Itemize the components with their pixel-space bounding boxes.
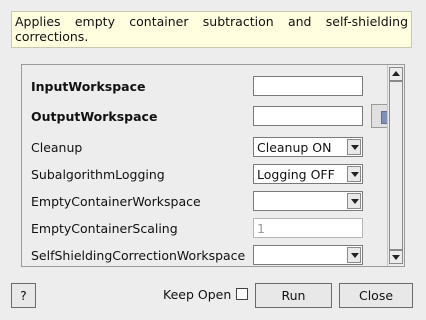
output-workspace-label: OutputWorkspace — [31, 109, 158, 124]
cleanup-label: Cleanup — [31, 140, 83, 155]
empty-container-workspace-combo[interactable] — [253, 191, 363, 211]
property-row-subalgorithm-logging: SubalgorithmLogging Logging OFF — [22, 164, 388, 186]
output-workspace-field[interactable] — [253, 106, 363, 126]
vertical-scrollbar[interactable] — [387, 65, 404, 266]
empty-container-scaling-field: 1 — [253, 218, 363, 238]
algorithm-description: Applies empty container subtraction and … — [11, 11, 412, 48]
chevron-down-icon[interactable] — [347, 193, 361, 209]
property-row-cleanup: Cleanup Cleanup ON — [22, 137, 388, 159]
scroll-track[interactable] — [389, 81, 403, 250]
property-row-empty-container-workspace: EmptyContainerWorkspace — [22, 191, 388, 213]
property-row-input-workspace: InputWorkspace — [22, 76, 388, 98]
keep-open-checkbox[interactable] — [236, 288, 248, 300]
input-workspace-label: InputWorkspace — [31, 79, 146, 94]
run-button[interactable]: Run — [255, 283, 332, 308]
subalgorithm-logging-label: SubalgorithmLogging — [31, 167, 165, 182]
close-button[interactable]: Close — [339, 283, 413, 308]
scroll-up-icon[interactable] — [389, 67, 403, 81]
keep-open-label: Keep Open — [163, 287, 232, 302]
input-workspace-field[interactable] — [253, 76, 363, 96]
property-row-output-workspace: OutputWorkspace — [22, 104, 391, 128]
subalgorithm-logging-combo[interactable]: Logging OFF — [253, 164, 363, 184]
property-row-self-shielding-correction-workspace: SelfShieldingCorrectionWorkspace — [22, 245, 388, 266]
empty-container-workspace-label: EmptyContainerWorkspace — [31, 194, 201, 209]
cleanup-combo[interactable]: Cleanup ON — [253, 137, 363, 157]
chevron-down-icon[interactable] — [347, 247, 361, 263]
self-shielding-correction-workspace-label: SelfShieldingCorrectionWorkspace — [31, 248, 246, 263]
chevron-down-icon[interactable] — [347, 166, 361, 182]
self-shielding-correction-workspace-combo[interactable] — [253, 245, 363, 265]
help-button[interactable]: ? — [11, 283, 36, 308]
chevron-down-icon[interactable] — [347, 139, 361, 155]
scroll-down-icon[interactable] — [389, 250, 403, 264]
empty-container-scaling-label: EmptyContainerScaling — [31, 221, 178, 236]
property-row-empty-container-scaling: EmptyContainerScaling 1 — [22, 218, 388, 240]
property-panel: InputWorkspace OutputWorkspace Cleanup C… — [21, 64, 405, 267]
